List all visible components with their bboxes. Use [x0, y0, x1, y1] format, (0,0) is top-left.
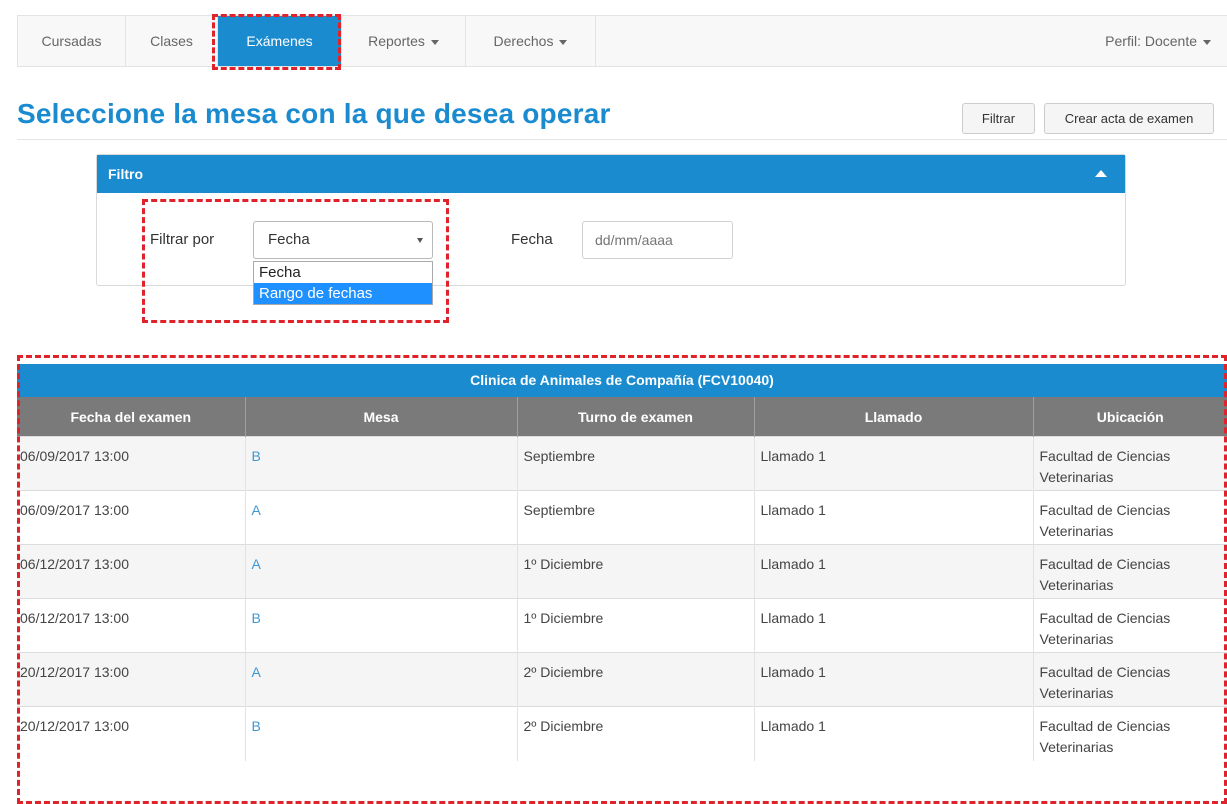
nav-derechos-label: Derechos	[493, 33, 554, 49]
cell-turno: 2º Diciembre	[517, 652, 755, 707]
nav-examenes-label: Exámenes	[246, 33, 313, 49]
cell-turno: 1º Diciembre	[517, 544, 755, 599]
table-header-row: Fecha del examen Mesa Turno de examen Ll…	[17, 397, 1227, 437]
cell-llamado: Llamado 1	[754, 490, 1034, 545]
cell-fecha: 20/12/2017 13:00	[17, 652, 246, 707]
cell-ubicacion: Facultad de Ciencias Veterinarias	[1033, 436, 1227, 491]
filter-by-label: Filtrar por	[150, 231, 215, 248]
cell-fecha: 06/09/2017 13:00	[17, 490, 246, 545]
nav-clases-label: Clases	[150, 33, 193, 49]
table-row[interactable]: 06/09/2017 13:00 A Septiembre Llamado 1 …	[17, 490, 1227, 545]
cell-llamado: Llamado 1	[754, 652, 1034, 707]
column-header-turno[interactable]: Turno de examen	[517, 397, 755, 437]
page-title: Seleccione la mesa con la que desea oper…	[17, 98, 611, 129]
column-header-fecha[interactable]: Fecha del examen	[17, 397, 246, 437]
cell-turno: Septiembre	[517, 436, 755, 491]
cell-llamado: Llamado 1	[754, 436, 1034, 491]
nav-derechos[interactable]: Derechos	[466, 16, 596, 66]
cell-llamado: Llamado 1	[754, 706, 1034, 761]
cell-turno: 2º Diciembre	[517, 706, 755, 761]
column-header-ubicacion[interactable]: Ubicación	[1033, 397, 1227, 437]
nav-cursadas-label: Cursadas	[41, 33, 102, 49]
table-row[interactable]: 20/12/2017 13:00 B 2º Diciembre Llamado …	[17, 706, 1227, 761]
top-navbar: Cursadas Clases Exámenes Reportes Derech…	[17, 15, 1227, 67]
create-exam-record-button[interactable]: Crear acta de examen	[1044, 103, 1214, 134]
cell-ubicacion: Facultad de Ciencias Veterinarias	[1033, 652, 1227, 707]
filter-by-selected-value: Fecha	[268, 231, 310, 248]
column-header-mesa[interactable]: Mesa	[245, 397, 518, 437]
chevron-down-icon	[430, 39, 439, 45]
cell-mesa-link[interactable]: A	[245, 652, 518, 707]
cell-llamado: Llamado 1	[754, 598, 1034, 653]
cell-ubicacion: Facultad de Ciencias Veterinarias	[1033, 544, 1227, 599]
exams-table: Fecha del examen Mesa Turno de examen Ll…	[17, 397, 1227, 761]
cell-turno: 1º Diciembre	[517, 598, 755, 653]
cell-fecha: 06/12/2017 13:00	[17, 544, 246, 599]
cell-fecha: 20/12/2017 13:00	[17, 706, 246, 761]
chevron-down-icon	[1203, 39, 1211, 45]
filter-panel-header[interactable]: Filtro	[97, 155, 1125, 193]
nav-examenes[interactable]: Exámenes	[218, 16, 342, 66]
cell-fecha: 06/12/2017 13:00	[17, 598, 246, 653]
date-label: Fecha	[511, 231, 553, 248]
filter-by-select[interactable]: Fecha	[253, 221, 433, 259]
table-row[interactable]: 06/09/2017 13:00 B Septiembre Llamado 1 …	[17, 436, 1227, 491]
cell-fecha: 06/09/2017 13:00	[17, 436, 246, 491]
nav-cursadas[interactable]: Cursadas	[18, 16, 126, 66]
table-title: Clinica de Animales de Compañía (FCV1004…	[17, 364, 1227, 397]
cell-mesa-link[interactable]: B	[245, 706, 518, 761]
chevron-down-icon	[559, 39, 568, 45]
cell-mesa-link[interactable]: B	[245, 598, 518, 653]
filter-panel-title: Filtro	[108, 166, 143, 182]
filter-by-dropdown: Fecha Rango de fechas	[253, 261, 433, 305]
cell-turno: Septiembre	[517, 490, 755, 545]
cell-mesa-link[interactable]: A	[245, 490, 518, 545]
caret-down-icon	[417, 238, 423, 243]
cell-mesa-link[interactable]: A	[245, 544, 518, 599]
cell-ubicacion: Facultad de Ciencias Veterinarias	[1033, 490, 1227, 545]
column-header-llamado[interactable]: Llamado	[754, 397, 1034, 437]
title-divider	[17, 139, 1227, 140]
table-row[interactable]: 20/12/2017 13:00 A 2º Diciembre Llamado …	[17, 652, 1227, 707]
filter-button[interactable]: Filtrar	[962, 103, 1035, 134]
chevron-up-icon[interactable]	[1095, 170, 1107, 177]
table-row[interactable]: 06/12/2017 13:00 A 1º Diciembre Llamado …	[17, 544, 1227, 599]
nav-clases[interactable]: Clases	[126, 16, 218, 66]
profile-menu[interactable]: Perfil: Docente	[1105, 16, 1211, 66]
cell-mesa-link[interactable]: B	[245, 436, 518, 491]
dropdown-option-rango-de-fechas[interactable]: Rango de fechas	[254, 283, 432, 304]
cell-ubicacion: Facultad de Ciencias Veterinarias	[1033, 598, 1227, 653]
cell-llamado: Llamado 1	[754, 544, 1034, 599]
nav-reportes-label: Reportes	[368, 33, 425, 49]
filter-panel: Filtro	[96, 154, 1126, 286]
profile-label: Perfil: Docente	[1105, 33, 1197, 49]
table-row[interactable]: 06/12/2017 13:00 B 1º Diciembre Llamado …	[17, 598, 1227, 653]
dropdown-option-fecha[interactable]: Fecha	[254, 262, 432, 283]
nav-reportes[interactable]: Reportes	[342, 16, 466, 66]
date-input[interactable]	[582, 221, 733, 259]
cell-ubicacion: Facultad de Ciencias Veterinarias	[1033, 706, 1227, 761]
